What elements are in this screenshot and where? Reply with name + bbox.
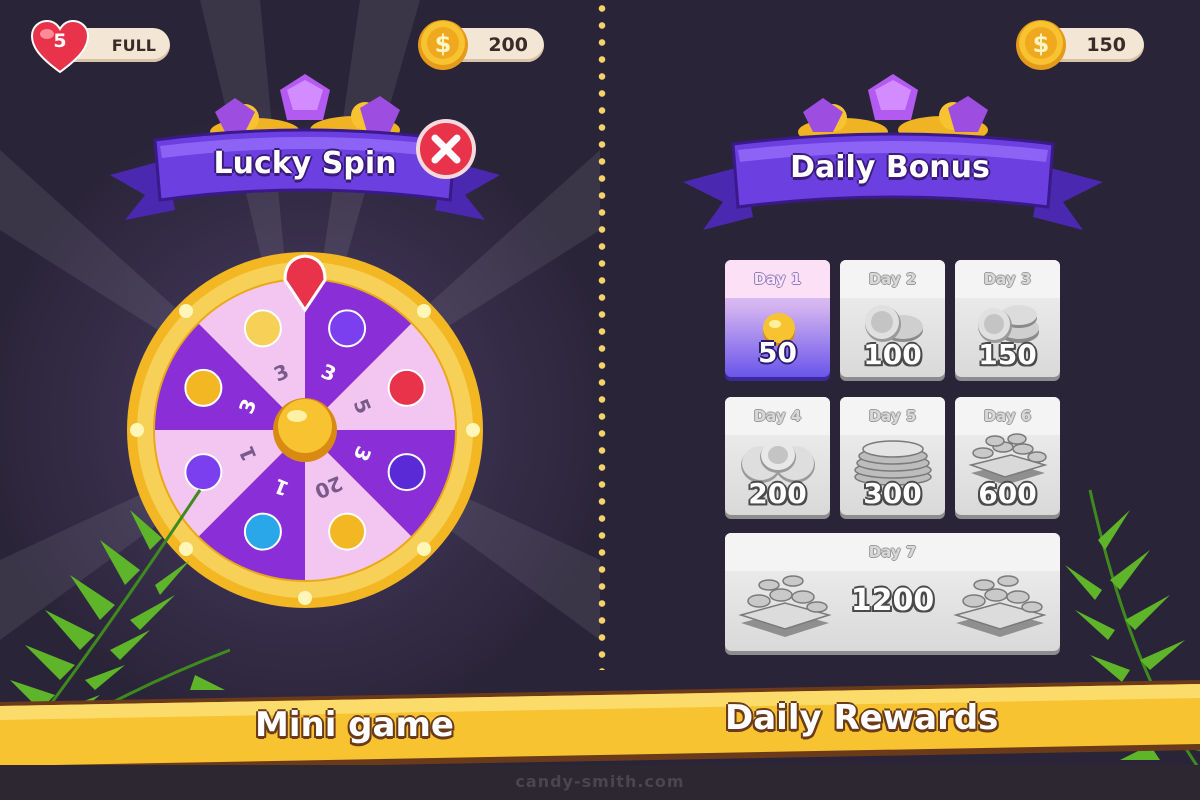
jam-jar-icon [184, 368, 223, 407]
day-amount: 150 [978, 338, 1037, 371]
close-button[interactable] [415, 118, 477, 180]
mini-game-caption: Mini game [255, 705, 454, 745]
striped-candy-icon [387, 453, 426, 492]
coin-balance-right-value: 150 [1086, 34, 1126, 56]
day-card-1[interactable]: Day 1 50 [725, 260, 830, 377]
day-card-2[interactable]: Day 2 100 [840, 260, 945, 377]
svg-text:$: $ [1033, 30, 1050, 58]
day-label: Day 4 [753, 407, 802, 425]
credit-text: candy-smith.com [515, 772, 685, 791]
day-card-3[interactable]: Day 3 150 [955, 260, 1060, 377]
coin-stack-icon [328, 512, 367, 551]
coin-balance-left-value: 200 [488, 34, 528, 56]
day-label: Day 6 [983, 407, 1032, 425]
day-label: Day 2 [868, 270, 917, 288]
lucky-spin-title: Lucky Spin [213, 146, 397, 181]
lives-count: 5 [53, 30, 67, 52]
day-label: Day 3 [983, 270, 1032, 288]
magnet-icon [328, 309, 367, 348]
day-amount: 200 [748, 477, 807, 510]
lives-status: FULL [111, 35, 156, 55]
day-label: Day 5 [868, 407, 917, 425]
panel-divider [598, 0, 606, 670]
day-card-4[interactable]: Day 4 200 [725, 397, 830, 515]
day-amount: 300 [863, 477, 922, 510]
day-card-5[interactable]: Day 5 300 [840, 397, 945, 515]
day-label: Day 1 [753, 270, 802, 288]
paint-roller-icon [243, 309, 282, 348]
day-amount: 100 [863, 338, 922, 371]
candy-heart-icon [387, 368, 426, 407]
svg-text:$: $ [435, 30, 452, 58]
footer-ribbon [0, 680, 1200, 772]
daily-rewards-caption: Daily Rewards [725, 698, 999, 738]
daily-bonus-title: Daily Bonus [790, 150, 990, 185]
plunger-icon [243, 512, 282, 551]
day-amount: 50 [758, 336, 797, 369]
